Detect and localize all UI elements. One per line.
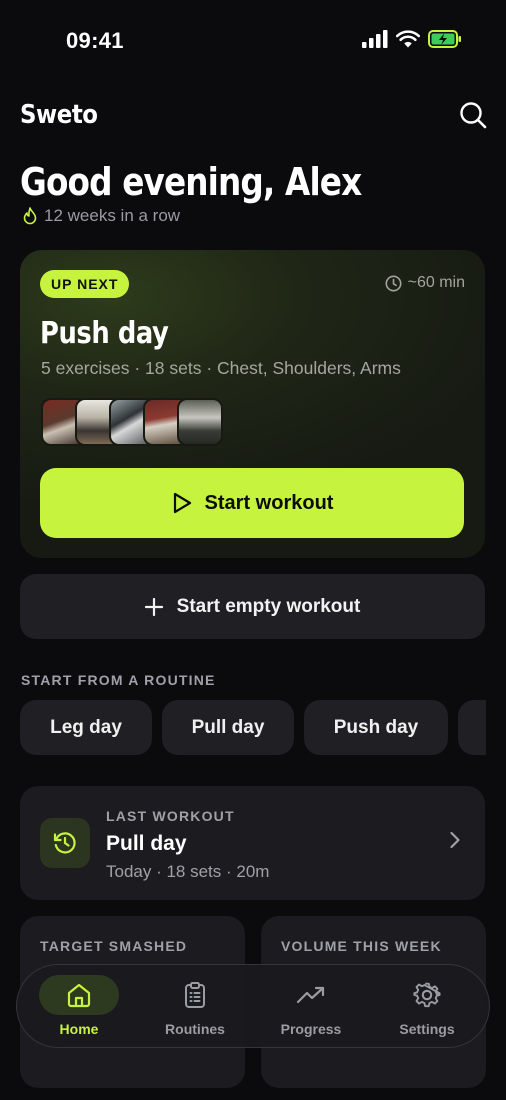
last-workout-label: LAST WORKOUT: [106, 808, 235, 824]
routine-meta: 5 exercises · 18 sets · Chest, Shoulders…: [41, 358, 401, 378]
status-icons: [362, 30, 462, 48]
last-workout-meta: Today · 18 sets · 20m: [106, 862, 270, 881]
tab-progress-label: Progress: [280, 1021, 342, 1037]
trend-icon: [296, 986, 325, 1004]
target-smashed-label: TARGET SMASHED: [40, 938, 188, 954]
search-button[interactable]: [456, 98, 490, 132]
routine-chips[interactable]: Leg day Pull day Push day: [20, 700, 486, 756]
tab-progress-icon-wrap: [271, 975, 351, 1015]
tab-home-icon-wrap: [39, 975, 119, 1015]
duration-info: ~60 min: [385, 274, 465, 292]
routine-chip-pull-day[interactable]: Pull day: [162, 700, 294, 755]
streak-row: 12 weeks in a row: [22, 206, 180, 226]
duration-text: ~60 min: [407, 274, 465, 291]
start-empty-workout-button[interactable]: Start empty workout: [20, 574, 485, 639]
last-workout-name: Pull day: [106, 832, 187, 855]
gear-icon: [413, 982, 441, 1008]
flame-icon: [23, 207, 37, 225]
tab-routines-icon-wrap: [155, 975, 235, 1015]
up-next-badge: UP NEXT: [40, 270, 130, 298]
chevron-right-icon: [450, 831, 460, 849]
cellular-signal-icon: [362, 30, 388, 48]
exercise-thumbnail: [177, 398, 223, 446]
tab-progress[interactable]: Progress: [255, 967, 367, 1045]
volume-this-week-label: VOLUME THIS WEEK: [281, 938, 442, 954]
tab-home[interactable]: Home: [23, 967, 135, 1045]
routine-chip-more[interactable]: [458, 700, 486, 755]
tab-settings[interactable]: Settings: [371, 967, 483, 1045]
search-icon: [460, 102, 487, 129]
routine-name: Push day: [40, 316, 169, 351]
app-title: Sweto: [20, 100, 98, 130]
bottom-tab-bar: Home Routines Progress Settings: [16, 964, 490, 1048]
tab-routines[interactable]: Routines: [139, 967, 251, 1045]
exercise-thumbnails: [41, 398, 223, 446]
routine-chip-leg-day[interactable]: Leg day: [20, 700, 152, 755]
home-icon: [67, 983, 91, 1008]
up-next-card[interactable]: UP NEXT ~60 min Push day 5 exercises · 1…: [20, 250, 485, 558]
start-empty-workout-label: Start empty workout: [176, 595, 361, 617]
app-header: Sweto: [20, 96, 490, 136]
tab-settings-label: Settings: [399, 1021, 455, 1037]
status-bar: 09:41: [0, 0, 506, 84]
tab-settings-icon-wrap: [387, 975, 467, 1015]
status-time: 09:41: [66, 28, 124, 53]
start-workout-button[interactable]: Start workout: [40, 468, 464, 538]
tab-home-label: Home: [59, 1021, 99, 1037]
start-workout-label: Start workout: [204, 491, 334, 514]
streak-text: 12 weeks in a row: [44, 206, 181, 225]
routine-chip-push-day[interactable]: Push day: [304, 700, 448, 755]
plus-icon: [144, 597, 163, 616]
history-icon: [53, 832, 76, 854]
history-icon-container: [40, 818, 90, 868]
battery-charging-icon: [428, 30, 461, 48]
greeting-title: Good evening, Alex: [20, 160, 362, 204]
tab-routines-label: Routines: [165, 1021, 225, 1037]
routines-section-label: START FROM A ROUTINE: [21, 672, 216, 688]
last-workout-card[interactable]: LAST WORKOUT Pull day Today · 18 sets · …: [20, 786, 485, 900]
clock-icon: [385, 275, 402, 291]
clipboard-icon: [185, 982, 205, 1008]
play-icon: [173, 492, 191, 514]
wifi-icon: [396, 30, 420, 48]
